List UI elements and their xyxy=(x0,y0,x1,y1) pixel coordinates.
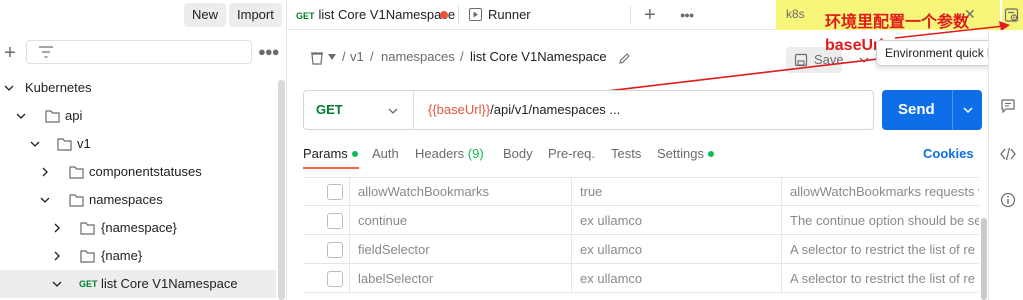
tab-auth[interactable]: Auth xyxy=(372,146,399,161)
checkbox-cell xyxy=(303,178,349,206)
method-value: GET xyxy=(316,102,343,117)
param-checkbox[interactable] xyxy=(327,271,343,287)
chevron-down-icon xyxy=(388,108,398,114)
param-value[interactable]: ex ullamco xyxy=(571,265,781,293)
param-description[interactable]: The continue option should be se xyxy=(781,207,979,235)
url-path: /api/v1/namespaces ... xyxy=(490,102,621,117)
send-label: Send xyxy=(898,101,935,118)
table-row: continue ex ullamco The continue option … xyxy=(303,207,979,235)
code-icon[interactable] xyxy=(1000,146,1016,162)
status-dot-icon xyxy=(351,150,358,157)
tab-headers-label: Headers xyxy=(415,146,465,161)
send-options-button[interactable] xyxy=(952,90,982,130)
cookies-link[interactable]: Cookies xyxy=(923,146,974,161)
param-key[interactable]: continue xyxy=(349,207,571,235)
tab-tests[interactable]: Tests xyxy=(611,146,641,161)
request-tabs: Params Auth Headers (9) Body Pre-req. Te… xyxy=(303,142,983,166)
param-checkbox[interactable] xyxy=(327,213,343,229)
param-value[interactable]: true xyxy=(571,178,781,206)
param-checkbox[interactable] xyxy=(327,184,343,200)
annotation-text: baseUrl xyxy=(825,37,884,54)
checkbox-cell xyxy=(303,265,349,293)
table-row: allowWatchBookmarks true allowWatchBookm… xyxy=(303,178,979,206)
url-input[interactable]: {{baseUrl}}/api/v1/namespaces ... xyxy=(428,102,620,117)
tab-settings[interactable]: Settings xyxy=(657,146,714,161)
param-description[interactable]: A selector to restrict the list of re xyxy=(781,236,979,264)
tab-headers[interactable]: Headers (9) xyxy=(415,146,484,161)
param-checkbox[interactable] xyxy=(327,242,343,258)
tab-settings-label: Settings xyxy=(657,146,704,161)
tab-params-label: Params xyxy=(303,146,348,161)
param-description[interactable]: A selector to restrict the list of re xyxy=(781,265,979,293)
params-scrollbar[interactable] xyxy=(981,218,987,300)
method-select[interactable]: GET xyxy=(304,91,414,129)
param-value[interactable]: ex ullamco xyxy=(571,236,781,264)
checkbox-cell xyxy=(303,207,349,235)
param-key[interactable]: labelSelector xyxy=(349,265,571,293)
param-key[interactable]: allowWatchBookmarks xyxy=(349,178,571,206)
table-row: fieldSelector ex ullamco A selector to r… xyxy=(303,236,979,264)
table-row: labelSelector ex ullamco A selector to r… xyxy=(303,265,979,293)
headers-count: (9) xyxy=(467,146,484,161)
tab-params[interactable]: Params xyxy=(303,146,358,161)
active-tab-indicator xyxy=(303,167,359,169)
annotation-text: 环境里配置一个参数 xyxy=(825,14,970,31)
tab-prereq[interactable]: Pre-req. xyxy=(548,146,595,161)
right-rail xyxy=(988,30,1023,300)
send-button[interactable]: Send xyxy=(882,90,982,130)
checkbox-cell xyxy=(303,236,349,264)
info-icon[interactable] xyxy=(1000,192,1016,208)
param-description[interactable]: allowWatchBookmarks requests w xyxy=(781,178,979,206)
param-key[interactable]: fieldSelector xyxy=(349,236,571,264)
chevron-down-icon xyxy=(963,107,973,114)
url-variable: {{baseUrl}} xyxy=(428,102,491,117)
params-table: allowWatchBookmarks true allowWatchBookm… xyxy=(303,177,979,300)
param-value[interactable]: ex ullamco xyxy=(571,207,781,235)
url-bar: GET {{baseUrl}}/api/v1/namespaces ... xyxy=(303,90,874,130)
status-dot-icon xyxy=(707,150,714,157)
comment-icon[interactable] xyxy=(1000,98,1016,114)
tab-body[interactable]: Body xyxy=(503,146,533,161)
